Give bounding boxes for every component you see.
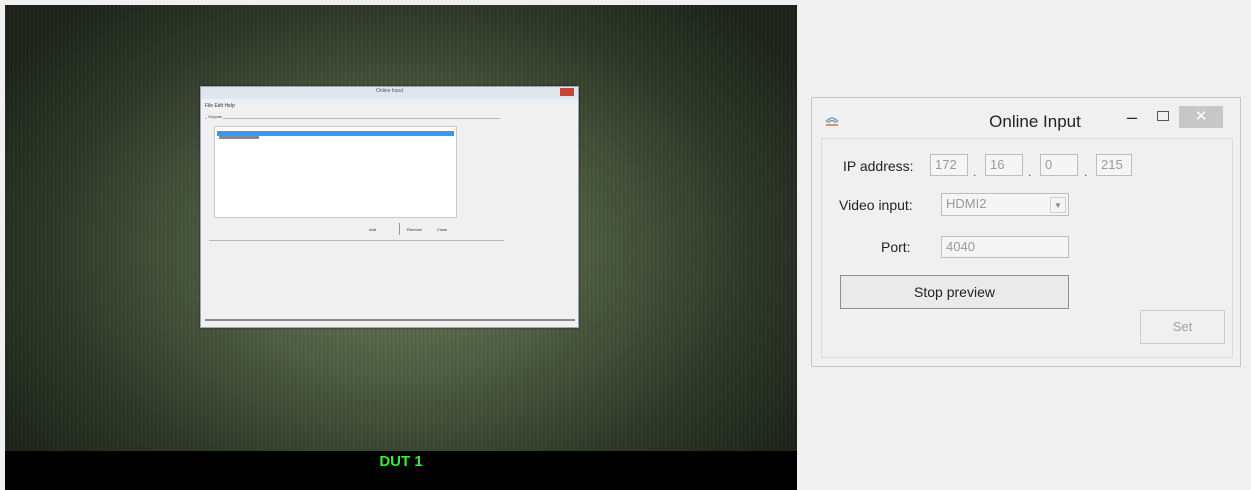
port-field[interactable]: 4040 bbox=[941, 236, 1069, 258]
ip-address-label: IP address: bbox=[843, 158, 914, 174]
captured-status-bar bbox=[205, 319, 575, 321]
online-input-dialog: Online Input – ✕ IP address: 172 . 16 . … bbox=[811, 97, 1241, 367]
close-icon[interactable]: ✕ bbox=[1179, 106, 1223, 128]
screen: Online Input File Edit Help Outputs Add … bbox=[0, 0, 1251, 490]
captured-list bbox=[214, 126, 457, 218]
ip-separator: . bbox=[1084, 165, 1088, 179]
captured-window: Online Input File Edit Help Outputs Add … bbox=[200, 86, 579, 328]
captured-add-button: Add bbox=[369, 227, 377, 232]
captured-remove-button: Remove bbox=[407, 227, 422, 232]
captured-window-title: Online Input bbox=[376, 88, 403, 94]
set-button[interactable]: Set bbox=[1140, 310, 1225, 344]
ip-octet-2[interactable]: 16 bbox=[985, 154, 1023, 176]
video-input-select[interactable]: HDMI2 ▼ bbox=[941, 193, 1069, 216]
captured-window-titlebar: Online Input bbox=[201, 87, 578, 99]
video-input-value: HDMI2 bbox=[946, 196, 987, 211]
ip-separator: . bbox=[1028, 165, 1032, 179]
ip-octet-1[interactable]: 172 bbox=[930, 154, 968, 176]
captured-button-divider bbox=[399, 223, 400, 235]
video-input-label: Video input: bbox=[839, 197, 913, 213]
port-label: Port: bbox=[881, 239, 911, 255]
ip-separator: . bbox=[973, 165, 977, 179]
ip-octet-4[interactable]: 215 bbox=[1096, 154, 1132, 176]
captured-close-icon bbox=[560, 88, 574, 96]
captured-close-button: Close bbox=[437, 227, 448, 232]
captured-menu-bar: File Edit Help bbox=[205, 103, 235, 109]
dut-label: DUT 1 bbox=[379, 453, 423, 470]
dialog-title: Online Input bbox=[989, 112, 1081, 131]
ip-octet-3[interactable]: 0 bbox=[1040, 154, 1078, 176]
video-preview: Online Input File Edit Help Outputs Add … bbox=[5, 5, 797, 490]
maximize-icon[interactable] bbox=[1154, 108, 1170, 124]
captured-group-border bbox=[205, 118, 500, 119]
dialog-body: IP address: 172 . 16 . 0 . 215 Video inp… bbox=[821, 138, 1233, 358]
captured-divider bbox=[209, 240, 504, 241]
minimize-icon[interactable]: – bbox=[1124, 108, 1140, 126]
chevron-down-icon[interactable]: ▼ bbox=[1050, 197, 1066, 213]
captured-group-label: Outputs bbox=[207, 114, 224, 119]
stop-preview-button[interactable]: Stop preview bbox=[840, 275, 1069, 309]
captured-list-item bbox=[219, 136, 259, 139]
